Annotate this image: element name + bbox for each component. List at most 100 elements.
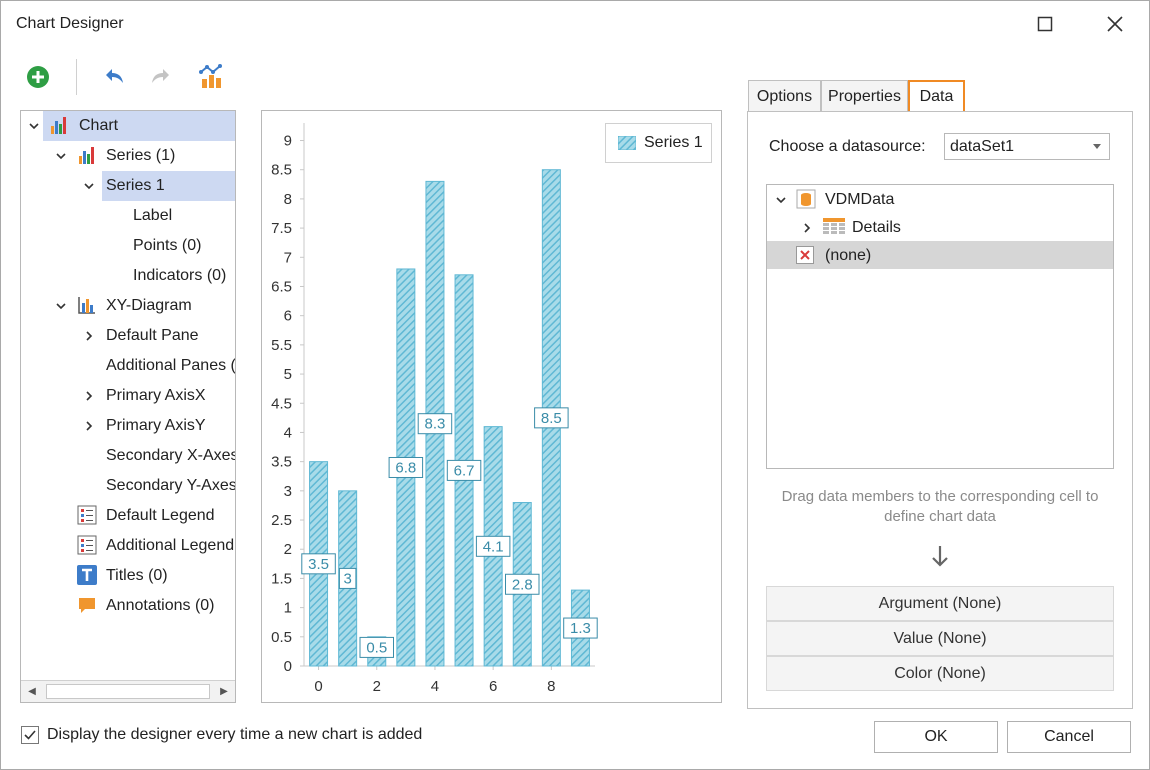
element-tree[interactable]: Chart Series (1) Series 1 Label Points (…: [20, 110, 236, 703]
diagram-icon: [78, 297, 95, 314]
tree-item-label-node[interactable]: Label: [21, 201, 235, 231]
legend-swatch: [618, 136, 636, 150]
scroll-thumb[interactable]: [46, 684, 210, 699]
display-designer-checkbox[interactable]: Display the designer every time a new ch…: [21, 724, 422, 746]
tree-item-label: Indicators (0): [133, 267, 227, 284]
tree-item-primary-axis-y[interactable]: Primary AxisY: [21, 411, 235, 441]
y-tick-label: 2: [284, 541, 292, 558]
y-tick-label: 8.5: [271, 162, 292, 179]
tree-item-label: Additional Legend: [106, 537, 235, 554]
redo-button[interactable]: [143, 59, 179, 95]
tree-item-xy-diagram[interactable]: XY-Diagram: [21, 291, 235, 321]
y-tick-label: 1.5: [271, 570, 292, 587]
horizontal-scrollbar[interactable]: ◀ ▶: [21, 680, 235, 702]
undo-button[interactable]: [96, 59, 132, 95]
datasource-label: Choose a datasource:: [769, 138, 926, 155]
tab-data[interactable]: Data: [908, 80, 965, 112]
value-cell[interactable]: Value (None): [766, 621, 1114, 656]
y-tick-label: 7.5: [271, 220, 292, 237]
ok-button[interactable]: OK: [874, 721, 998, 753]
selection-highlight: [43, 111, 235, 141]
bar-chart: 0 0.5 1 1.5 2 2.5 3 3.5 4 4.5 5 5.5 6 6.5 7 7.5 8 8.5 9 0 2 4…: [271, 123, 598, 695]
maximize-button[interactable]: [1022, 1, 1068, 47]
tree-item-indicators[interactable]: Indicators (0): [21, 261, 235, 291]
close-button[interactable]: [1092, 1, 1138, 47]
y-tick-label: 7: [284, 249, 292, 266]
checkbox-box[interactable]: [21, 726, 39, 744]
y-tick-label: 2.5: [271, 512, 292, 529]
toolbar: [16, 57, 256, 97]
chevron-down-icon[interactable]: [775, 193, 787, 211]
tree-item-secondary-x-axes[interactable]: Secondary X-Axes: [21, 441, 235, 471]
tree-item-titles[interactable]: Titles (0): [21, 561, 235, 591]
tree-item-label: Additional Panes (: [106, 357, 236, 374]
data-label: 0.5: [366, 639, 387, 656]
chevron-down-icon[interactable]: [54, 149, 68, 163]
redo-icon: [152, 69, 169, 83]
add-button[interactable]: [20, 59, 56, 95]
chevron-down-icon[interactable]: [54, 299, 68, 313]
tree-item-default-legend[interactable]: Default Legend: [21, 501, 235, 531]
tree-item-label: Titles (0): [106, 567, 168, 584]
legend-icon: [77, 505, 97, 525]
tree-item-details[interactable]: Details: [767, 213, 1113, 241]
chart-legend[interactable]: Series 1: [605, 123, 712, 163]
annotation-icon: [79, 598, 95, 613]
tree-item-label: Secondary Y-Axes: [106, 477, 236, 494]
y-tick-label: 6: [284, 308, 292, 325]
cancel-button[interactable]: Cancel: [1007, 721, 1131, 753]
tree-item-points[interactable]: Points (0): [21, 231, 235, 261]
tab-properties[interactable]: Properties: [821, 80, 908, 112]
chevron-right-icon[interactable]: [82, 329, 96, 343]
color-cell[interactable]: Color (None): [766, 656, 1114, 691]
title-icon: [77, 565, 97, 585]
tree-item-label: Primary AxisY: [106, 417, 206, 434]
y-tick-label: 5: [284, 366, 292, 383]
tree-item-series-collection[interactable]: Series (1): [21, 141, 235, 171]
datasource-select[interactable]: dataSet1: [944, 133, 1110, 160]
argument-cell[interactable]: Argument (None): [766, 586, 1114, 621]
tab-options[interactable]: Options: [748, 80, 821, 112]
chevron-down-icon[interactable]: [82, 179, 96, 193]
tree-item-label: VDMData: [825, 191, 895, 208]
tree-item-annotations[interactable]: Annotations (0): [21, 591, 235, 621]
tree-item-secondary-y-axes[interactable]: Secondary Y-Axes: [21, 471, 235, 501]
x-tick-label: 6: [489, 678, 497, 695]
legend-icon: [77, 535, 97, 555]
tree-item-label: Default Legend: [106, 507, 215, 524]
y-tick-label: 0: [284, 658, 292, 675]
chart-wizard-button[interactable]: [193, 59, 229, 95]
window-title: Chart Designer: [16, 15, 124, 32]
chart-wizard-icon: [199, 64, 222, 88]
bar-chart-icon: [51, 117, 66, 134]
chart-preview[interactable]: 0 0.5 1 1.5 2 2.5 3 3.5 4 4.5 5 5.5 6 6.5 7 7.5 8 8.5 9 0 2 4…: [261, 110, 722, 703]
tree-item-series-1[interactable]: Series 1: [21, 171, 235, 201]
tree-item-additional-legends[interactable]: Additional Legend: [21, 531, 235, 561]
tree-item-vdmdata[interactable]: VDMData: [767, 185, 1113, 213]
y-tick-label: 5.5: [271, 337, 292, 354]
title-bar: Chart Designer: [1, 1, 1149, 47]
chevron-right-icon[interactable]: [82, 389, 96, 403]
tree-item-additional-panes[interactable]: Additional Panes (: [21, 351, 235, 381]
tree-item-none[interactable]: (none): [767, 241, 1113, 269]
scroll-left-icon[interactable]: ◀: [21, 681, 43, 702]
tree-item-primary-axis-x[interactable]: Primary AxisX: [21, 381, 235, 411]
tree-item-chart[interactable]: Chart: [21, 111, 235, 141]
x-tick-label: 4: [431, 678, 439, 695]
x-tick-label: 0: [314, 678, 322, 695]
scroll-right-icon[interactable]: ▶: [213, 681, 235, 702]
tree-item-default-pane[interactable]: Default Pane: [21, 321, 235, 351]
bar-chart-icon: [79, 147, 94, 164]
chevron-right-icon[interactable]: [82, 419, 96, 433]
data-label: 6.7: [454, 462, 475, 479]
drag-hint: Drag data members to the corresponding c…: [781, 488, 1099, 525]
y-tick-label: 0.5: [271, 629, 292, 646]
chevron-right-icon[interactable]: [801, 221, 813, 239]
chevron-down-icon[interactable]: [27, 119, 41, 133]
database-icon: [796, 189, 816, 209]
y-tick-label: 4.5: [271, 395, 292, 412]
checkmark-icon: [24, 730, 36, 740]
y-tick-label: 4: [284, 424, 292, 441]
data-members-tree[interactable]: VDMData Details (none): [766, 184, 1114, 469]
tree-item-label: Chart: [79, 117, 119, 134]
